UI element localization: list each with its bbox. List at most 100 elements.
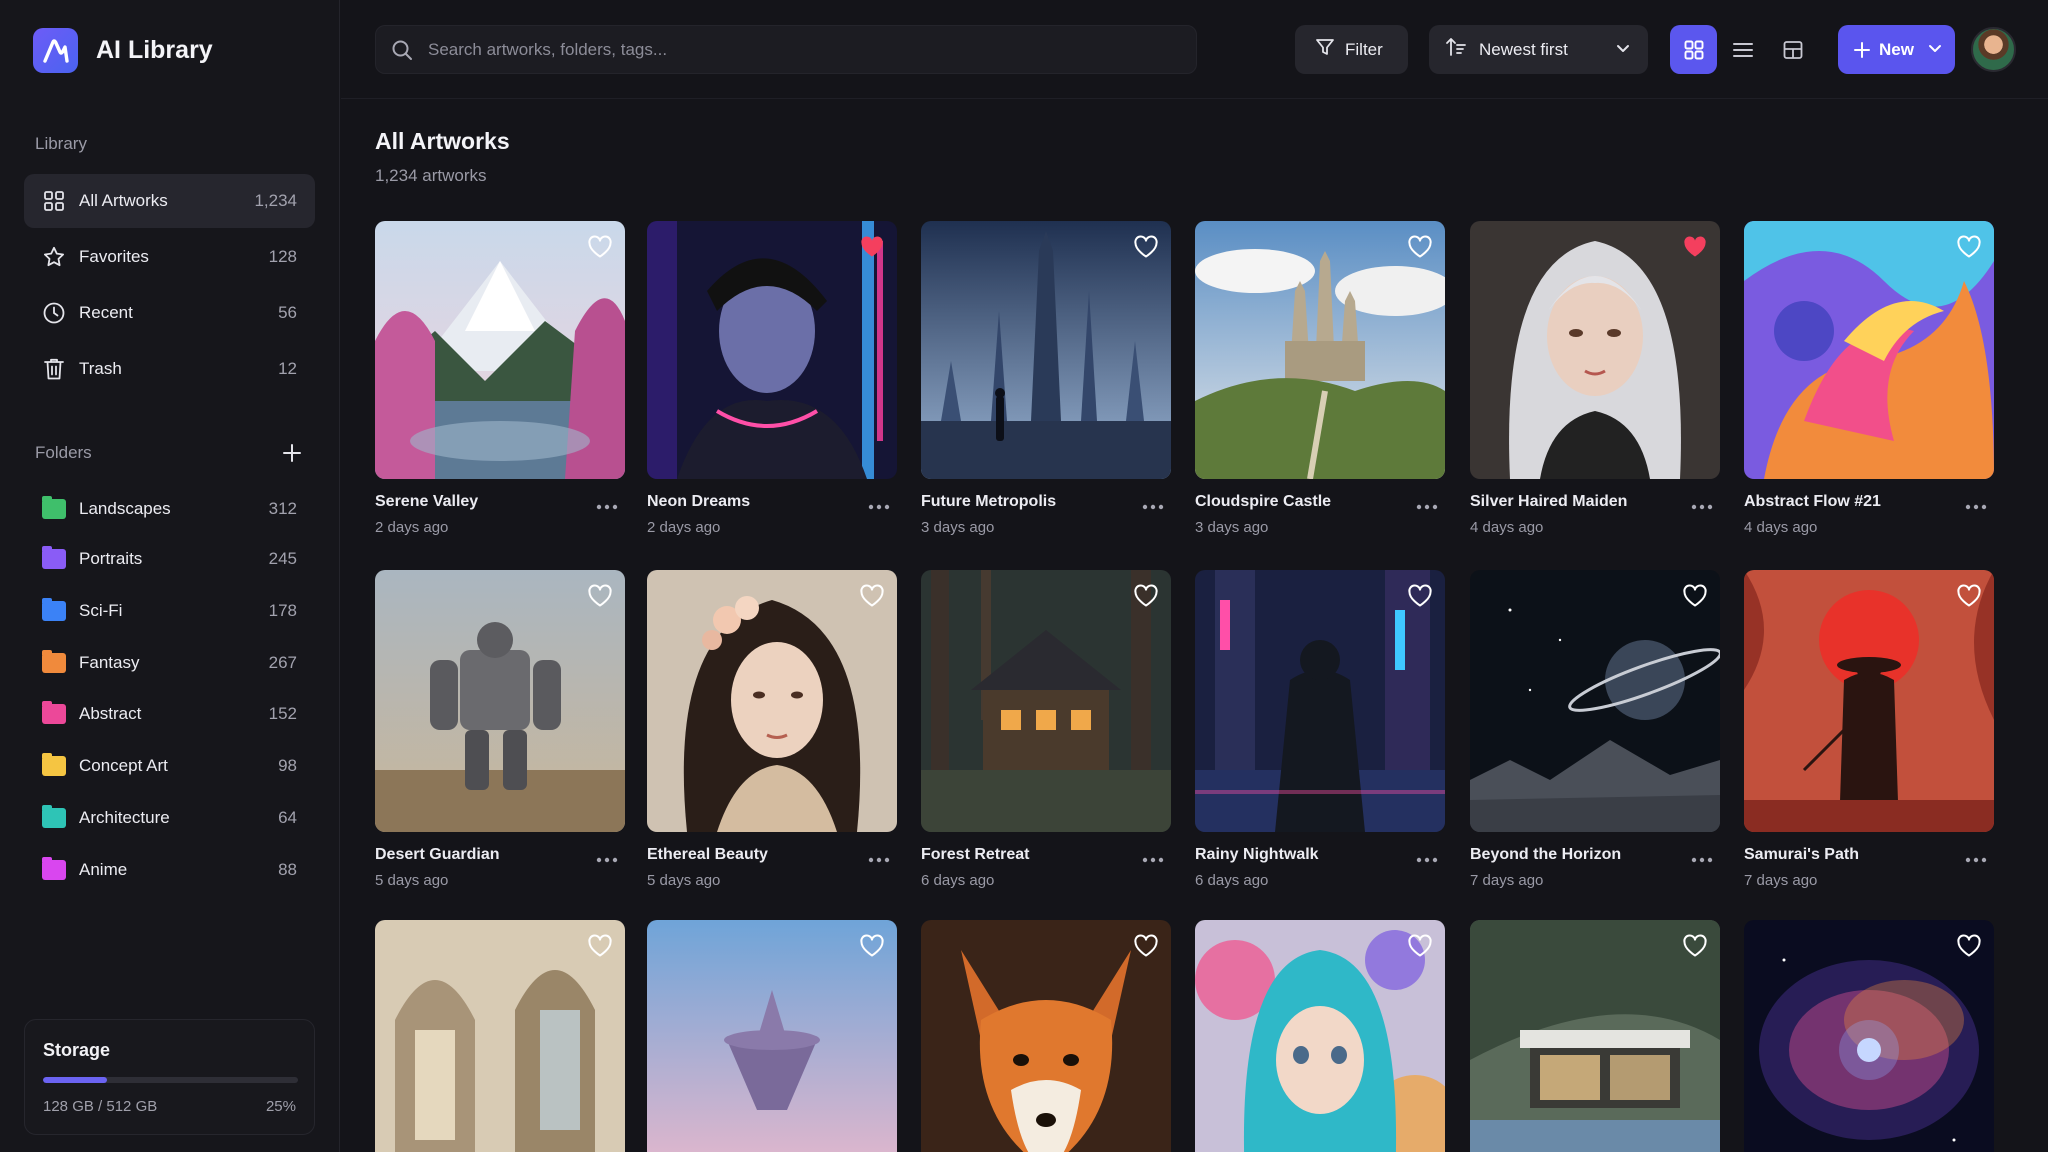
heart-icon[interactable] <box>1956 584 1982 608</box>
list-view-button[interactable] <box>1719 25 1766 74</box>
more-options-icon[interactable] <box>867 852 891 863</box>
artwork-card[interactable]: Samurai's Path 7 days ago <box>1744 570 1994 889</box>
artwork-card[interactable]: Ethereal Beauty 5 days ago <box>647 570 897 889</box>
sidebar-item-recent[interactable]: Recent 56 <box>24 286 315 340</box>
artwork-thumbnail[interactable] <box>921 570 1171 832</box>
search-input[interactable] <box>428 39 1188 60</box>
artwork-thumbnail[interactable] <box>647 221 897 479</box>
artwork-date: 2 days ago <box>647 519 721 536</box>
heart-icon[interactable] <box>1682 584 1708 608</box>
artwork-card[interactable]: Serene Valley 2 days ago <box>375 221 625 536</box>
add-folder-icon[interactable] <box>279 440 305 466</box>
artwork-thumbnail[interactable] <box>1470 920 1720 1152</box>
artwork-thumbnail[interactable] <box>1744 920 1994 1152</box>
sidebar-folder-architecture[interactable]: Architecture 64 <box>24 796 315 840</box>
heart-icon[interactable] <box>1133 235 1159 259</box>
artwork-card[interactable] <box>1470 920 1720 1152</box>
artwork-card[interactable]: Rainy Nightwalk 6 days ago <box>1195 570 1445 889</box>
artwork-title: Samurai's Path <box>1744 846 1859 863</box>
artwork-thumbnail[interactable] <box>647 570 897 832</box>
artwork-card[interactable] <box>921 920 1171 1152</box>
artwork-card[interactable] <box>647 920 897 1152</box>
heart-icon[interactable] <box>1956 934 1982 958</box>
heart-icon[interactable] <box>859 934 885 958</box>
artwork-title: Serene Valley <box>375 493 479 510</box>
heart-icon[interactable] <box>859 584 885 608</box>
artwork-thumbnail[interactable] <box>1195 221 1445 479</box>
sidebar-folder-anime[interactable]: Anime 88 <box>24 848 315 892</box>
folder-label: Anime <box>79 860 128 879</box>
folder-count: 178 <box>268 601 297 620</box>
artwork-card[interactable] <box>1195 920 1445 1152</box>
more-options-icon[interactable] <box>1141 852 1165 863</box>
artwork-thumbnail[interactable] <box>375 920 625 1152</box>
artwork-title: Forest Retreat <box>921 846 1030 863</box>
heart-icon[interactable] <box>587 235 613 259</box>
search-bar[interactable] <box>375 25 1197 74</box>
topbar: Filter Newest first New <box>341 0 2048 99</box>
heart-filled-icon[interactable] <box>1682 235 1708 259</box>
heart-icon[interactable] <box>1682 934 1708 958</box>
heart-icon[interactable] <box>1956 235 1982 259</box>
more-options-icon[interactable] <box>1690 499 1714 510</box>
app-logo-icon <box>33 28 78 73</box>
sidebar-folder-abstract[interactable]: Abstract 152 <box>24 692 315 736</box>
artwork-thumbnail[interactable] <box>1744 570 1994 832</box>
more-options-icon[interactable] <box>595 499 619 510</box>
artwork-thumbnail[interactable] <box>1470 570 1720 832</box>
sidebar-folder-portraits[interactable]: Portraits 245 <box>24 537 315 581</box>
more-options-icon[interactable] <box>1964 852 1988 863</box>
more-options-icon[interactable] <box>1964 499 1988 510</box>
artwork-thumbnail[interactable] <box>375 570 625 832</box>
more-options-icon[interactable] <box>1141 499 1165 510</box>
more-options-icon[interactable] <box>1415 499 1439 510</box>
artwork-card[interactable]: Future Metropolis 3 days ago <box>921 221 1171 536</box>
artwork-card[interactable]: Abstract Flow #21 4 days ago <box>1744 221 1994 536</box>
filter-button[interactable]: Filter <box>1295 25 1408 74</box>
sidebar-item-trash[interactable]: Trash 12 <box>24 342 315 396</box>
artwork-thumbnail[interactable] <box>1195 570 1445 832</box>
artwork-thumbnail[interactable] <box>921 920 1171 1152</box>
folder-count: 312 <box>268 499 297 518</box>
artwork-card[interactable]: Forest Retreat 6 days ago <box>921 570 1171 889</box>
more-options-icon[interactable] <box>595 852 619 863</box>
brand[interactable]: AI Library <box>33 28 213 73</box>
artwork-card[interactable] <box>1744 920 1994 1152</box>
artwork-thumbnail[interactable] <box>1744 221 1994 479</box>
sidebar-folder-fantasy[interactable]: Fantasy 267 <box>24 641 315 685</box>
folder-icon <box>42 805 66 828</box>
heart-icon[interactable] <box>1407 235 1433 259</box>
heart-icon[interactable] <box>1133 584 1159 608</box>
artwork-thumbnail[interactable] <box>647 920 897 1152</box>
folder-label: Fantasy <box>79 653 140 672</box>
sidebar-folder-concept-art[interactable]: Concept Art 98 <box>24 744 315 788</box>
artwork-thumbnail[interactable] <box>1195 920 1445 1152</box>
artwork-card[interactable]: Desert Guardian 5 days ago <box>375 570 625 889</box>
sidebar-folder-landscapes[interactable]: Landscapes 312 <box>24 487 315 531</box>
heart-icon[interactable] <box>1133 934 1159 958</box>
more-options-icon[interactable] <box>1690 852 1714 863</box>
avatar[interactable] <box>1971 27 2016 72</box>
sidebar-folder-sci-fi[interactable]: Sci-Fi 178 <box>24 589 315 633</box>
sidebar-item-all-artworks[interactable]: All Artworks 1,234 <box>24 174 315 228</box>
more-options-icon[interactable] <box>1415 852 1439 863</box>
artwork-card[interactable]: Cloudspire Castle 3 days ago <box>1195 221 1445 536</box>
sidebar-item-favorites[interactable]: Favorites 128 <box>24 230 315 284</box>
artwork-thumbnail[interactable] <box>375 221 625 479</box>
heart-icon[interactable] <box>1407 934 1433 958</box>
heart-icon[interactable] <box>1407 584 1433 608</box>
heart-icon[interactable] <box>587 934 613 958</box>
sort-dropdown[interactable]: Newest first <box>1429 25 1648 74</box>
new-button[interactable]: New <box>1838 25 1955 74</box>
grid-view-button[interactable] <box>1670 25 1717 74</box>
board-view-button[interactable] <box>1769 25 1816 74</box>
artwork-thumbnail[interactable] <box>1470 221 1720 479</box>
artwork-card[interactable]: Neon Dreams 2 days ago <box>647 221 897 536</box>
heart-filled-icon[interactable] <box>859 235 885 259</box>
artwork-card[interactable]: Silver Haired Maiden 4 days ago <box>1470 221 1720 536</box>
artwork-card[interactable] <box>375 920 625 1152</box>
artwork-thumbnail[interactable] <box>921 221 1171 479</box>
heart-icon[interactable] <box>587 584 613 608</box>
artwork-card[interactable]: Beyond the Horizon 7 days ago <box>1470 570 1720 889</box>
more-options-icon[interactable] <box>867 499 891 510</box>
